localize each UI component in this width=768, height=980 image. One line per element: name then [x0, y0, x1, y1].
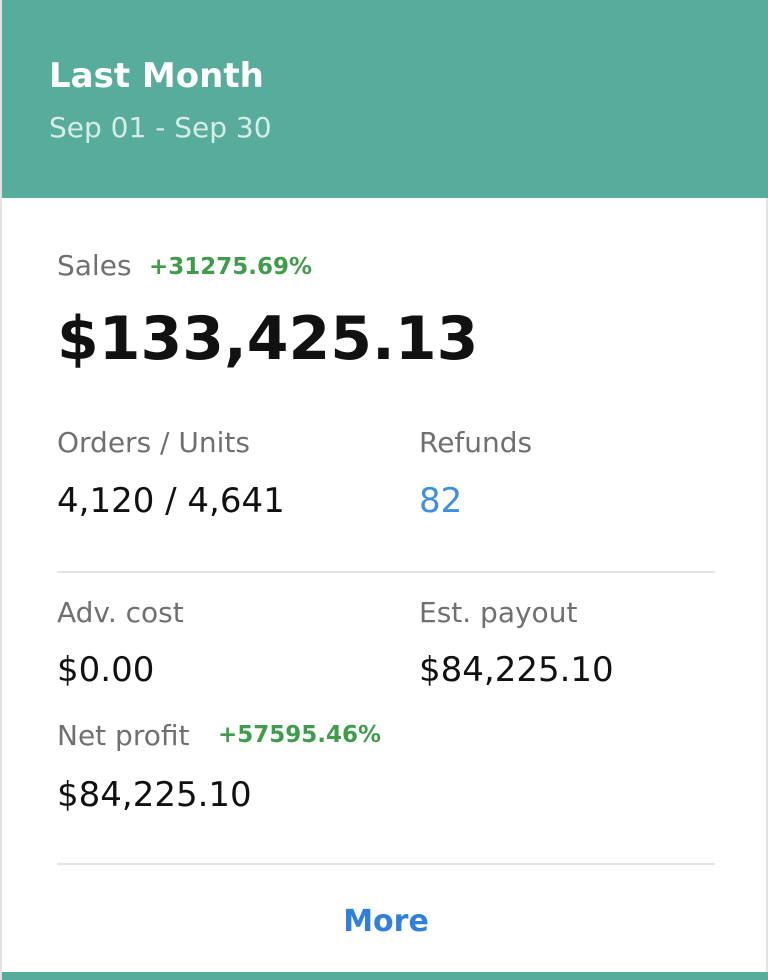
est-payout-value: $84,225.10 — [419, 650, 614, 690]
adv-cost-value: $0.00 — [57, 650, 155, 690]
stats-card: Last Month Sep 01 - Sep 30 Sales +31275.… — [0, 0, 768, 980]
sales-delta: +31275.69% — [149, 254, 313, 280]
card-header: Last Month Sep 01 - Sep 30 — [2, 0, 768, 198]
refunds-label: Refunds — [419, 426, 533, 459]
orders-units-label: Orders / Units — [57, 426, 250, 459]
est-payout-label: Est. payout — [419, 596, 578, 629]
date-range: Sep 01 - Sep 30 — [49, 111, 272, 144]
orders-units-value: 4,120 / 4,641 — [57, 481, 285, 521]
adv-cost-label: Adv. cost — [57, 596, 184, 629]
footer-divider — [57, 863, 715, 865]
next-card-header-edge — [2, 972, 768, 980]
net-profit-delta: +57595.46% — [218, 722, 382, 748]
period-title: Last Month — [49, 56, 264, 96]
net-profit-label: Net profit — [57, 719, 190, 752]
more-button[interactable]: More — [2, 896, 768, 950]
section-divider — [57, 571, 715, 573]
refunds-value[interactable]: 82 — [419, 480, 462, 522]
net-profit-value: $84,225.10 — [57, 775, 252, 815]
sales-label: Sales — [57, 249, 132, 282]
sales-value: $133,425.13 — [57, 304, 479, 374]
